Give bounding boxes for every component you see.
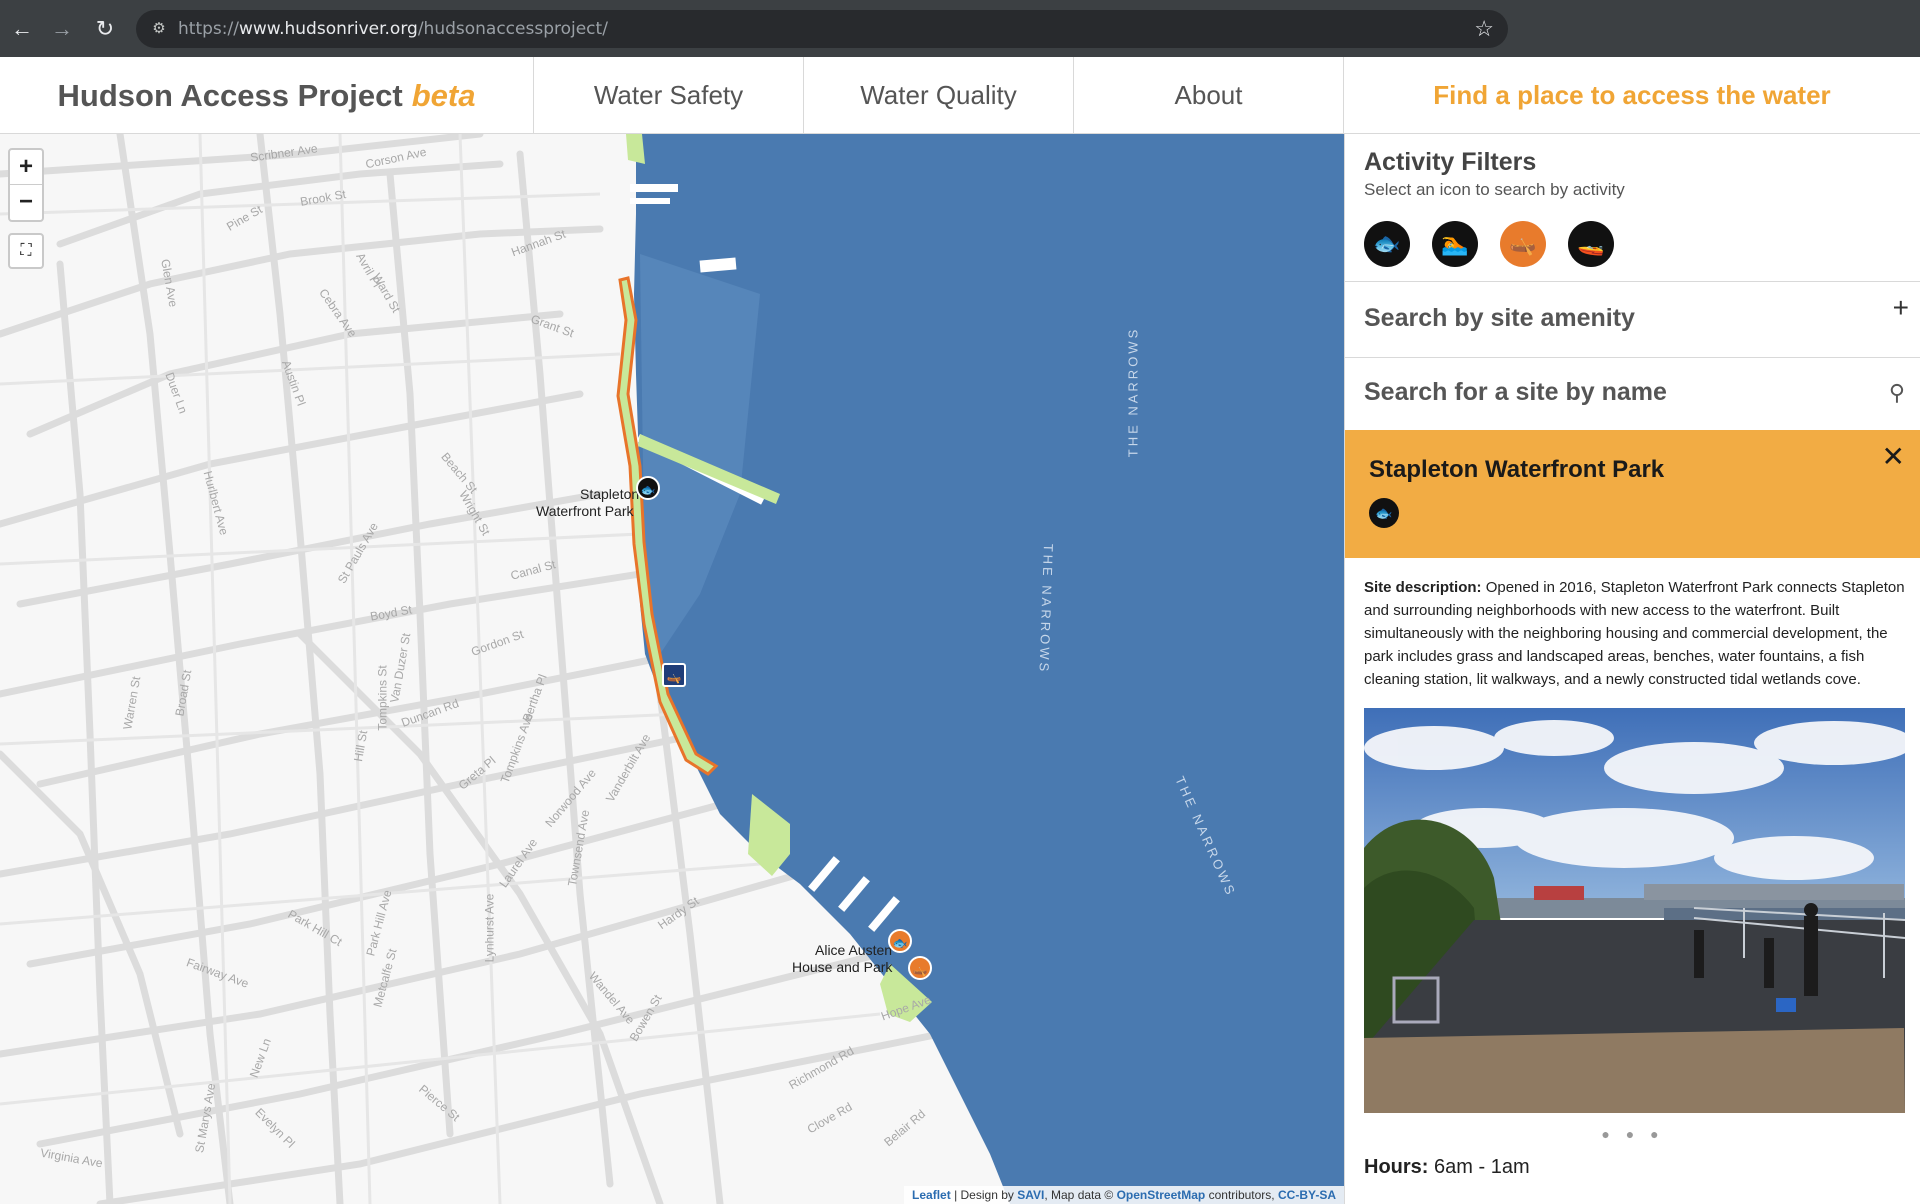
swimmer-icon[interactable]: 🏊: [1432, 221, 1478, 267]
activity-filters: Activity Filters Select an icon to searc…: [1345, 134, 1920, 282]
kayak-icon[interactable]: 🛶: [1500, 221, 1546, 267]
site-name-search-label[interactable]: Search for a site by name: [1364, 378, 1667, 407]
nav-tab-about[interactable]: About: [1074, 57, 1344, 134]
zoom-out-button[interactable]: −: [10, 185, 42, 220]
fullscreen-icon[interactable]: ⛶: [8, 233, 44, 269]
place-label-stapleton-2[interactable]: Waterfront Park: [536, 503, 634, 519]
kayak-marker-icon[interactable]: 🛶: [908, 956, 932, 980]
site-photo[interactable]: [1364, 708, 1905, 1113]
site-logo[interactable]: Hudson Access Project beta: [0, 57, 534, 134]
nav-tab-water-quality[interactable]: Water Quality: [804, 57, 1074, 134]
place-label-line: Alice Austen: [815, 942, 893, 958]
osm-link[interactable]: OpenStreetMap: [1117, 1188, 1206, 1202]
amenity-label: Search by site amenity: [1364, 304, 1635, 332]
search-icon[interactable]: ⚲: [1889, 380, 1905, 406]
street-label: Lynhurst Ave: [482, 893, 497, 963]
site-photo-image: [1364, 708, 1905, 1113]
address-bar[interactable]: ⚙ https://www.hudsonriver.org/hudsonacce…: [136, 10, 1508, 48]
plus-icon[interactable]: +: [1893, 292, 1909, 324]
place-label-line: Stapleton: [580, 486, 640, 502]
place-label-alice-austen-2[interactable]: House and Park: [792, 959, 892, 975]
attribution-text: contributors,: [1208, 1188, 1275, 1202]
savi-link[interactable]: SAVI: [1017, 1188, 1044, 1202]
browser-toolbar: ← → ↻ ⚙ https://www.hudsonriver.org/huds…: [0, 0, 1920, 57]
license-link[interactable]: CC-BY-SA: [1278, 1188, 1336, 1202]
water-label: THE NARROWS: [1125, 326, 1141, 458]
find-place-link[interactable]: Find a place to access the water: [1344, 57, 1920, 134]
close-icon[interactable]: ✕: [1882, 440, 1905, 473]
site-name: Stapleton Waterfront Park: [1369, 456, 1665, 483]
back-arrow-icon[interactable]: ←: [6, 13, 38, 45]
street-label: Tompkins St: [375, 665, 390, 731]
site-hours: Hours: 6am - 1am: [1364, 1156, 1530, 1179]
zoom-in-button[interactable]: +: [10, 150, 42, 185]
kayak-marker-icon[interactable]: 🛶: [662, 663, 686, 687]
fish-icon: 🐟: [1369, 498, 1399, 528]
hours-label: Hours:: [1364, 1156, 1429, 1178]
brand-name: Hudson Access Project: [57, 77, 403, 113]
place-label-line: House and Park: [792, 959, 893, 975]
map[interactable]: + − ⛶ Scribner Ave Corson Ave Brook St Pine…: [0, 134, 1344, 1204]
boat-icon[interactable]: 🚤: [1568, 221, 1614, 267]
site-description: Site description: Opened in 2016, Staple…: [1364, 576, 1909, 691]
place-label-stapleton[interactable]: Stapleton: [580, 486, 639, 502]
site-name-search[interactable]: Search for a site by name ⚲: [1345, 358, 1920, 431]
zoom-control: + −: [8, 148, 44, 222]
attribution-text: | Design by: [954, 1188, 1014, 1202]
attribution-text: , Map data ©: [1044, 1188, 1114, 1202]
filters-title: Activity Filters: [1364, 148, 1537, 176]
url-text[interactable]: https://www.hudsonriver.org/hudsonaccess…: [178, 19, 608, 39]
fish-marker-icon[interactable]: 🐟: [636, 476, 660, 500]
site-header: Hudson Access Project beta Water Safety …: [0, 57, 1920, 134]
photo-pagination[interactable]: ● ● ●: [1345, 1126, 1920, 1142]
side-panel: Activity Filters Select an icon to searc…: [1344, 134, 1920, 1204]
site-info-icon[interactable]: ⚙: [148, 18, 170, 40]
leaflet-link[interactable]: Leaflet: [912, 1188, 951, 1202]
filters-subtitle: Select an icon to search by activity: [1364, 180, 1625, 199]
beta-label: beta: [411, 77, 476, 113]
place-label-line: Waterfront Park: [536, 503, 634, 519]
hours-value: 6am - 1am: [1434, 1156, 1530, 1178]
amenity-search-toggle[interactable]: Search by site amenity +: [1345, 282, 1920, 358]
site-description-label: Site description:: [1364, 579, 1482, 596]
fish-marker-icon[interactable]: 🐟: [888, 929, 912, 953]
map-attribution: Leaflet | Design by SAVI, Map data © Ope…: [904, 1186, 1344, 1204]
reload-icon[interactable]: ↻: [89, 13, 121, 45]
site-card: Stapleton Waterfront Park ✕ 🐟: [1345, 430, 1920, 558]
nav-tab-water-safety[interactable]: Water Safety: [534, 57, 804, 134]
bookmark-star-icon[interactable]: ☆: [1474, 16, 1494, 42]
forward-arrow-icon[interactable]: →: [46, 13, 78, 45]
place-label-alice-austen[interactable]: Alice Austen: [815, 942, 892, 958]
fish-icon[interactable]: 🐟: [1364, 221, 1410, 267]
